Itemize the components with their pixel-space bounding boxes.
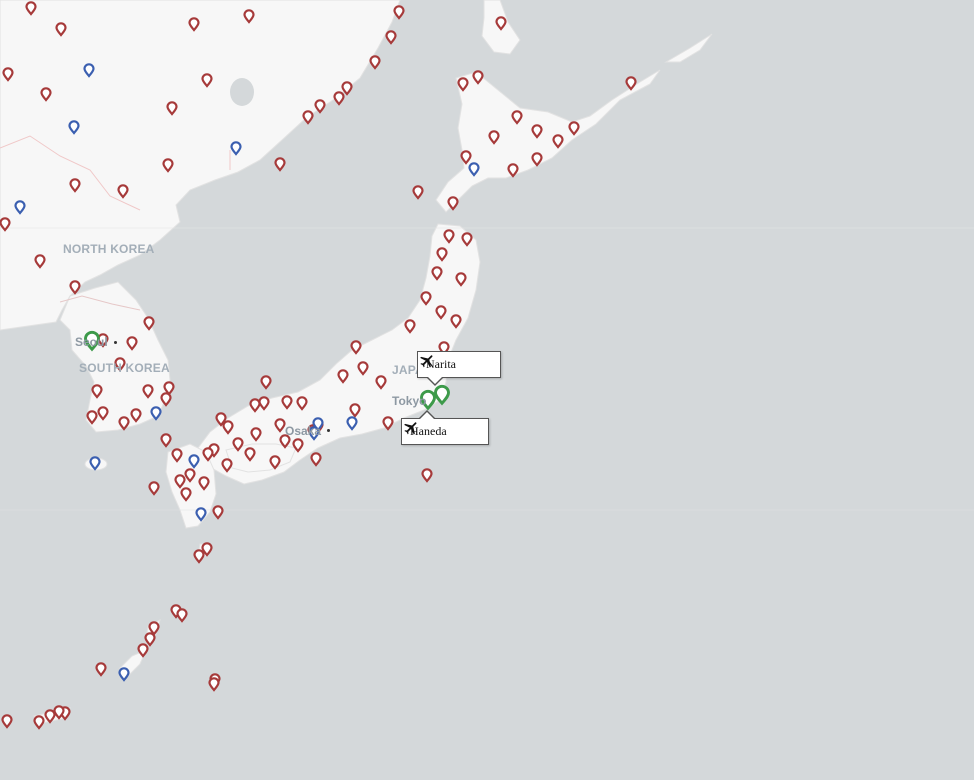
- callout-pointer: [426, 376, 444, 386]
- airport-callout-haneda[interactable]: Haneda: [401, 410, 489, 445]
- callout-pointer: [418, 410, 436, 420]
- map-basemap: [0, 0, 974, 780]
- city-label-osaka: Osaka: [285, 424, 322, 438]
- country-label-south-korea: SOUTH KOREA: [79, 361, 170, 375]
- airplane-icon: [420, 355, 433, 368]
- map-view[interactable]: NORTH KOREA SOUTH KOREA JAPAN Seoul Osak…: [0, 0, 974, 780]
- city-dot-seoul: [114, 341, 117, 344]
- city-label-seoul: Seoul: [75, 335, 108, 349]
- city-label-tokyo: Tokyo: [392, 394, 427, 408]
- lake-khanka: [230, 78, 254, 106]
- airplane-icon: [404, 422, 417, 435]
- airport-callout-narita[interactable]: Narita: [417, 351, 501, 386]
- country-label-north-korea: NORTH KOREA: [63, 242, 155, 256]
- city-dot-osaka: [327, 429, 330, 432]
